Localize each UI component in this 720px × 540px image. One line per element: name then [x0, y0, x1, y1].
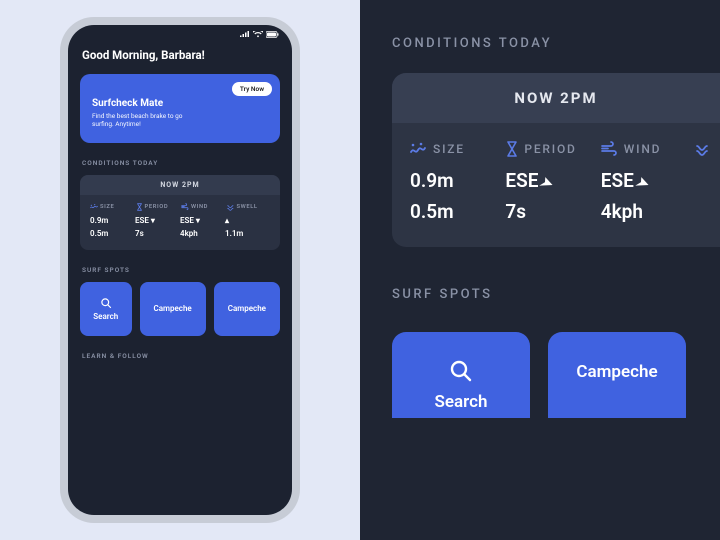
phone-screen: Good Morning, Barbara! Try Now Surfcheck… [68, 25, 292, 515]
showcase-left: Good Morning, Barbara! Try Now Surfcheck… [0, 0, 360, 540]
wifi-icon [253, 31, 263, 38]
metric-value: 4kph [180, 227, 225, 240]
metric-value: ESE➤ [601, 165, 696, 196]
status-bar [68, 25, 292, 40]
signal-icon [240, 31, 250, 38]
metric-value: 7s [135, 227, 180, 240]
search-spot-button[interactable]: Search [80, 282, 132, 336]
hourglass-icon [136, 203, 143, 211]
search-spot-button[interactable]: Search [392, 332, 530, 418]
metric-label: PERIOD [524, 142, 576, 156]
wind-icon [181, 203, 189, 211]
swell-icon [696, 141, 712, 157]
metric-label: PERIOD [145, 204, 169, 210]
surf-spots-section-label: SURF SPOTS [68, 266, 292, 274]
metric-value: ▴ [225, 214, 270, 227]
battery-icon [266, 31, 280, 38]
phone-frame: Good Morning, Barbara! Try Now Surfcheck… [60, 17, 300, 523]
conditions-time: NOW 2PM [392, 73, 720, 123]
hero-subtitle: Find the best beach brake to go surfing.… [92, 112, 202, 129]
surf-spot-card[interactable]: Campeche [548, 332, 686, 418]
spot-label: Search [435, 392, 488, 412]
wind-icon [601, 141, 619, 157]
surf-spot-card[interactable]: Campeche [214, 282, 280, 336]
learn-section-label: LEARN & FOLLOW [68, 352, 292, 360]
hero-title: Surfcheck Mate [92, 98, 268, 109]
conditions-time: NOW 2PM [80, 175, 280, 195]
surf-spots-section-label: SURF SPOTS [392, 287, 720, 302]
search-icon [448, 358, 474, 392]
metric-value: 1.1m [225, 227, 270, 240]
conditions-section-label: CONDITIONS TODAY [68, 159, 292, 167]
search-icon [100, 297, 112, 312]
surf-spot-card[interactable]: Campeche [140, 282, 206, 336]
direction-arrow-icon: ➤ [538, 173, 554, 192]
metric-value: 0.5m [90, 227, 135, 240]
conditions-card[interactable]: NOW 2PM SIZE PERIOD WIND SWELL 0.9m ESE … [80, 175, 280, 250]
metric-label: SIZE [433, 142, 465, 156]
conditions-card[interactable]: NOW 2PM SIZE PERIOD WIND 0.9m ESE➤ ESE➤ … [392, 73, 720, 247]
spot-label: Campeche [154, 304, 192, 313]
conditions-section-label: CONDITIONS TODAY [392, 36, 720, 51]
wave-icon [90, 203, 98, 211]
spot-label: Campeche [576, 362, 657, 382]
wave-icon [410, 141, 428, 157]
spot-label: Campeche [228, 304, 266, 313]
direction-arrow-icon: ➤ [633, 173, 649, 192]
try-now-button[interactable]: Try Now [232, 82, 272, 96]
showcase-right: CONDITIONS TODAY NOW 2PM SIZE PERIOD WIN… [360, 0, 720, 540]
metric-value: 7s [505, 196, 600, 227]
surf-spots-row: Search Campeche Campeche [68, 282, 292, 352]
metric-value: ESE ▾ [180, 214, 225, 227]
metric-value: ESE➤ [505, 165, 600, 196]
greeting: Good Morning, Barbara! [68, 40, 292, 74]
spot-label: Search [93, 312, 118, 321]
metric-value: 0.9m [90, 214, 135, 227]
metric-label: WIND [191, 204, 208, 210]
metric-label: SIZE [100, 204, 114, 210]
hero-card[interactable]: Try Now Surfcheck Mate Find the best bea… [80, 74, 280, 143]
metric-value: 0.9m [410, 165, 505, 196]
swell-icon [227, 203, 235, 211]
metric-value: 0.5m [410, 196, 505, 227]
hourglass-icon [505, 141, 519, 157]
metric-value: ESE ▾ [135, 214, 180, 227]
metric-value: 4kph [601, 196, 696, 227]
surf-spots-row: Search Campeche [392, 324, 720, 418]
metric-label: SWELL [237, 204, 258, 210]
metric-label: WIND [624, 142, 662, 156]
